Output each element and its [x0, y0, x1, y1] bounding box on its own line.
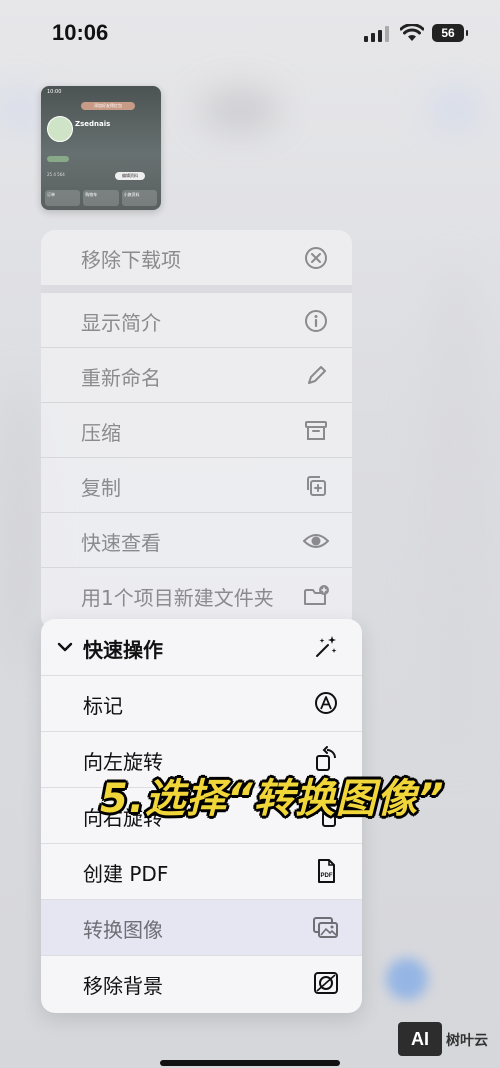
home-indicator[interactable] [160, 1060, 340, 1066]
blurred-button [386, 958, 428, 1000]
menu-item-quick-look[interactable]: 快速查看 [41, 513, 352, 568]
menu-item-label: 重新命名 [81, 366, 161, 390]
new-folder-icon [304, 585, 329, 605]
thumbnail-card: 小旗资料 [121, 190, 157, 206]
pdf-icon: PDF [318, 859, 335, 883]
menu-item-markup[interactable]: 标记 [41, 675, 362, 731]
thumbnail-time: 10:00 [47, 89, 62, 95]
status-time: 10:06 [52, 20, 109, 45]
thumbnail-username: Zsednais [75, 120, 111, 128]
menu-item-label: 转换图像 [83, 918, 163, 942]
menu-item-label: 创建 PDF [83, 862, 169, 886]
menu-item-compress[interactable]: 压缩 [41, 403, 352, 458]
menu-item-label: 移除下载项 [81, 248, 181, 272]
context-menu: 移除下载项 显示简介 重新命名 压缩 复制 快速查看 用1个项目新建文件夹 [41, 230, 352, 630]
menu-item-label: 复制 [81, 476, 121, 500]
menu-item-label: 标记 [83, 694, 123, 718]
thumbnail-badge: 添加好友得红包 [81, 102, 135, 110]
menu-item-new-folder[interactable]: 用1个项目新建文件夹 [41, 568, 352, 623]
quick-actions-header[interactable]: 快速操作 [41, 619, 362, 675]
watermark-text: 树叶云 [446, 1033, 488, 1049]
menu-item-label: 快速查看 [81, 531, 161, 555]
menu-item-duplicate[interactable]: 复制 [41, 458, 352, 513]
pencil-icon [308, 366, 326, 384]
remove-background-icon [314, 972, 338, 994]
menu-item-get-info[interactable]: 显示简介 [41, 293, 352, 348]
menu-item-create-pdf[interactable]: 创建 PDF PDF [41, 843, 362, 899]
markup-icon [315, 692, 337, 714]
divider [41, 731, 362, 732]
divider [41, 843, 362, 844]
file-preview-thumbnail[interactable]: 10:00 添加好友得红包 Zsednais 25 4 564 编辑资料 订单 … [41, 86, 161, 210]
eye-icon [303, 534, 329, 548]
menu-item-remove-download[interactable]: 移除下载项 [41, 230, 352, 285]
thumbnail-edit-button: 编辑资料 [115, 172, 145, 180]
cellular-signal-icon [364, 26, 389, 42]
menu-item-convert-image[interactable]: 转换图像 [41, 899, 362, 955]
divider [41, 899, 362, 900]
svg-text:PDF: PDF [321, 873, 333, 879]
menu-item-label: 移除背景 [83, 974, 163, 998]
battery-indicator: 56 [432, 24, 468, 42]
menu-item-remove-background[interactable]: 移除背景 [41, 955, 362, 1011]
thumbnail-cards: 订单 购物车 小旗资料 [45, 190, 157, 206]
menu-item-label: 用1个项目新建文件夹 [81, 586, 274, 610]
thumbnail-card: 购物车 [83, 190, 119, 206]
watermark: AI 树叶云 [398, 1022, 494, 1060]
menu-item-label: 压缩 [81, 421, 121, 445]
avatar [47, 116, 73, 142]
archive-icon [305, 421, 327, 440]
quick-actions-title: 快速操作 [83, 638, 163, 662]
divider [41, 675, 362, 676]
thumbnail-card: 订单 [45, 190, 81, 206]
menu-item-rename[interactable]: 重新命名 [41, 348, 352, 403]
watermark-logo: AI [398, 1022, 442, 1056]
duplicate-icon [307, 476, 326, 496]
menu-group-divider [41, 285, 352, 293]
sparkles-icon [316, 636, 337, 657]
thumbnail-chip [47, 156, 69, 162]
divider [41, 955, 362, 956]
wifi-icon [400, 24, 424, 41]
remove-download-icon [305, 247, 327, 269]
status-bar: 10:06 56 [0, 0, 500, 70]
convert-image-icon [313, 917, 338, 938]
tutorial-caption: 5.选择“转换图像” [100, 776, 445, 822]
thumbnail-stats: 25 4 564 [47, 172, 65, 177]
menu-item-label: 显示简介 [81, 311, 161, 335]
info-icon [305, 310, 327, 332]
chevron-down-icon [57, 642, 73, 652]
